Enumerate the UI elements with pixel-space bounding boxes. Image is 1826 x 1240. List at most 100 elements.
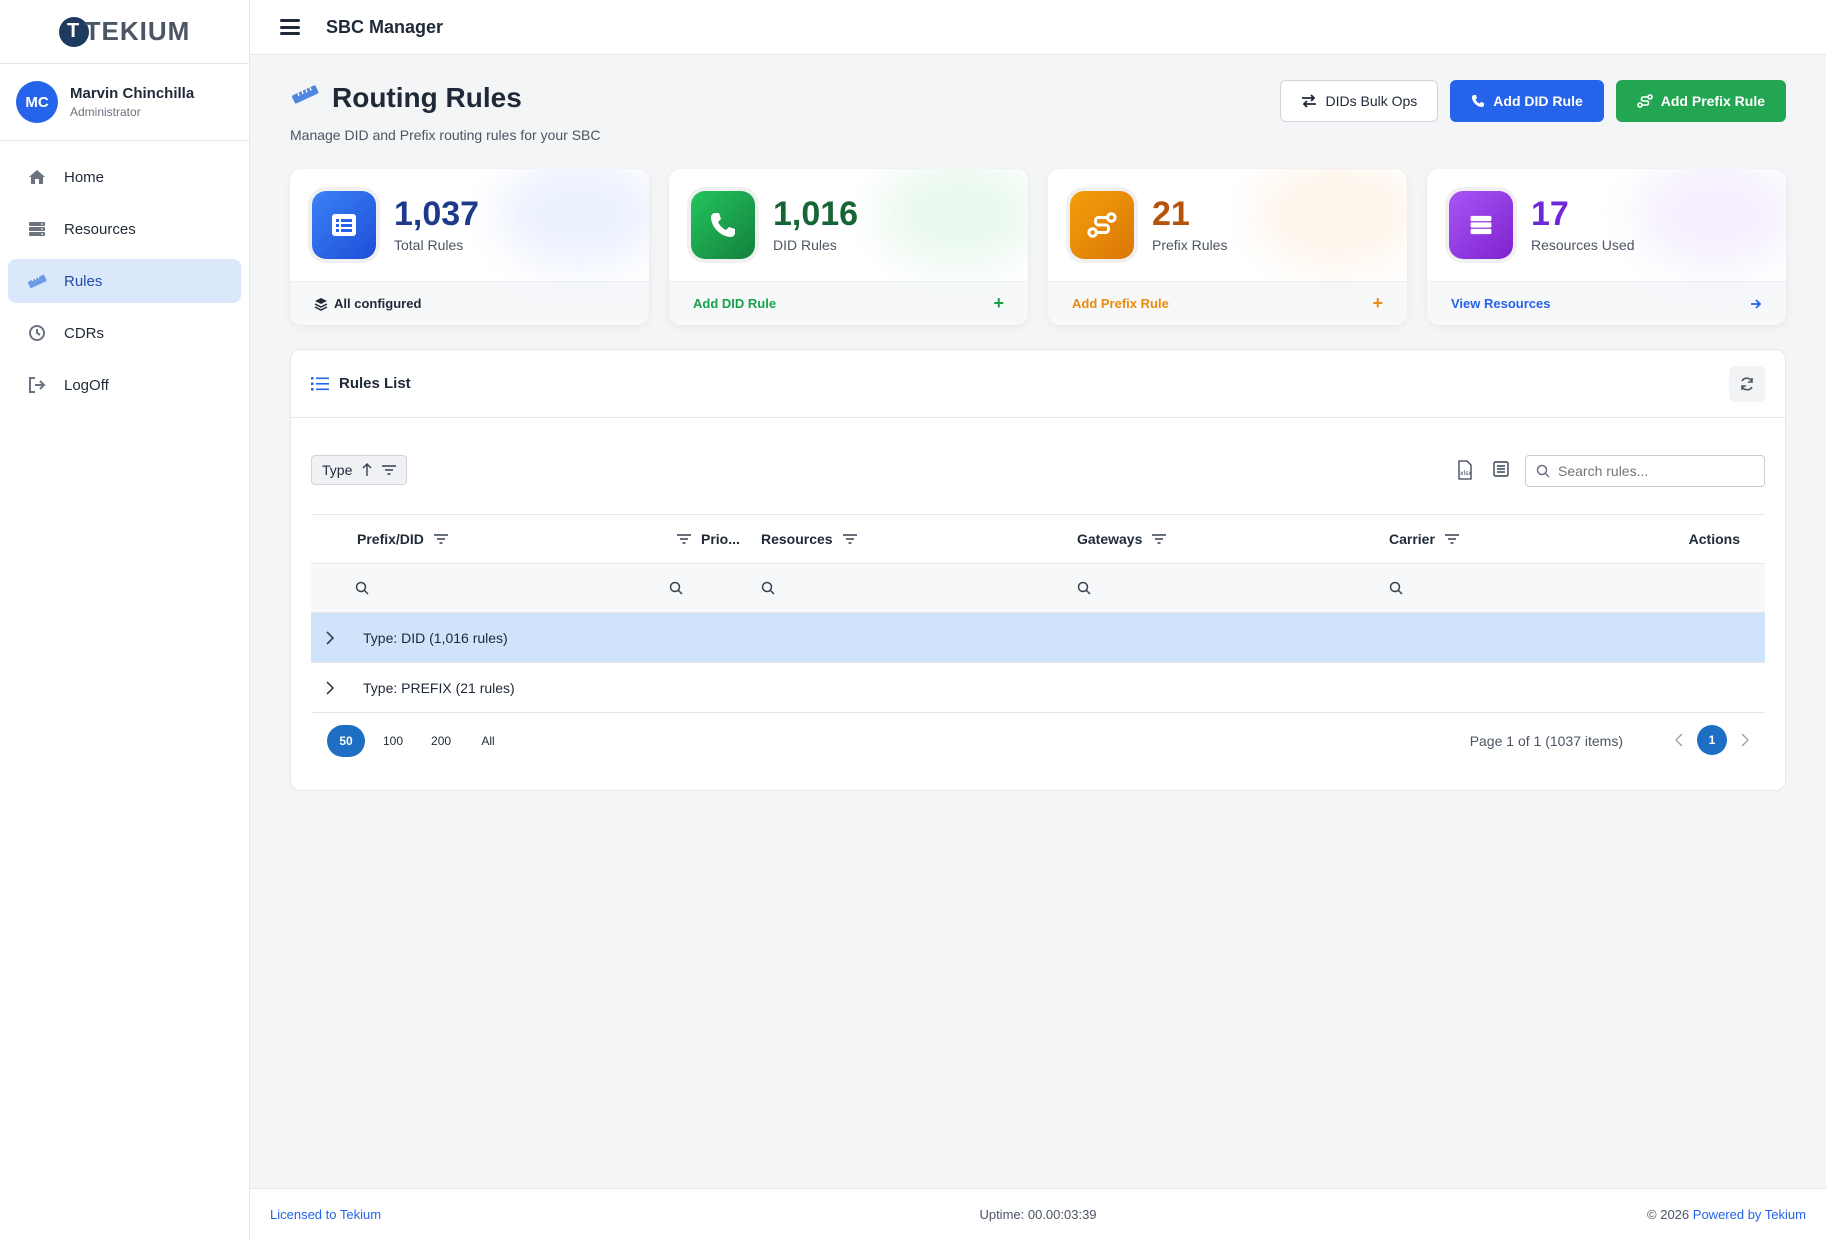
filter-icon[interactable] (382, 465, 397, 475)
stat-footer-label: All configured (334, 296, 422, 311)
stat-label: Prefix Rules (1152, 237, 1228, 253)
arrow-right-icon (1750, 298, 1762, 310)
menu-icon[interactable] (280, 19, 300, 35)
server-icon (26, 218, 48, 240)
prev-page-icon[interactable] (1675, 733, 1683, 747)
group-row-did[interactable]: Type: DID (1,016 rules) (311, 613, 1765, 663)
stat-label: Total Rules (394, 237, 464, 253)
sort-ascending-icon[interactable] (362, 463, 372, 477)
add-prefix-rule-label: Add Prefix Rule (1660, 93, 1765, 109)
add-did-rule-button[interactable]: Add DID Rule (1450, 80, 1604, 122)
column-header-label: Resources (761, 531, 833, 547)
pager: 50 100 200 All Page 1 of 1 (1037 items) … (327, 725, 1749, 757)
column-header-resources[interactable]: Resources (761, 515, 857, 563)
license-link[interactable]: Licensed to Tekium (270, 1207, 381, 1222)
server-icon (1449, 191, 1513, 259)
search-input[interactable] (1558, 463, 1748, 479)
sidebar-item-rules[interactable]: Rules (8, 259, 241, 303)
filter-icon[interactable] (677, 534, 691, 544)
sidebar-item-cdrs[interactable]: CDRs (8, 311, 241, 355)
page-size-50[interactable]: 50 (327, 725, 365, 757)
chevron-right-icon[interactable] (325, 630, 345, 645)
app-title: SBC Manager (326, 16, 444, 37)
dids-bulk-ops-label: DIDs Bulk Ops (1325, 93, 1418, 109)
stat-value: 1,037 (394, 195, 480, 233)
logo[interactable]: T TEKIUM (0, 0, 249, 64)
sidebar-item-resources[interactable]: Resources (8, 207, 241, 251)
stat-footer-label: Add DID Rule (693, 296, 777, 311)
page-info: Page 1 of 1 (1037 items) (1469, 733, 1623, 749)
filter-icon[interactable] (1444, 534, 1459, 544)
sidebar-item-logoff[interactable]: LogOff (8, 363, 241, 407)
refresh-button[interactable] (1729, 365, 1765, 402)
group-chip-label: Type (322, 462, 353, 478)
search-box[interactable] (1525, 455, 1765, 487)
filter-cell-gateways[interactable] (1077, 564, 1091, 612)
group-row-prefix[interactable]: Type: PREFIX (21 rules) (311, 663, 1765, 713)
copyright: © 2026 Powered by Tekium (1647, 1207, 1806, 1222)
column-header-label: Gateways (1077, 531, 1143, 547)
logo-text: TEKIUM (84, 16, 191, 46)
next-page-icon[interactable] (1741, 733, 1749, 747)
page-1-button[interactable]: 1 (1697, 725, 1727, 755)
add-did-rule-label: Add DID Rule (1493, 93, 1583, 109)
page-size-all[interactable]: All (469, 725, 507, 757)
filter-icon[interactable] (433, 534, 448, 544)
filter-cell-priority[interactable] (669, 564, 683, 612)
avatar: MC (16, 81, 58, 123)
add-prefix-rule-link[interactable]: Add Prefix Rule + (1048, 281, 1407, 325)
rules-grid: Prefix/DID Prio... Resources Gateways Ca… (311, 514, 1765, 713)
route-icon (1636, 94, 1653, 108)
svg-text:xlsx: xlsx (1460, 470, 1472, 477)
column-header-label: Carrier (1389, 531, 1435, 547)
phone-icon (1471, 94, 1485, 108)
view-resources-link[interactable]: View Resources (1427, 281, 1786, 325)
add-prefix-rule-button[interactable]: Add Prefix Rule (1615, 80, 1786, 122)
column-header-priority[interactable]: Prio... (677, 515, 740, 563)
column-header-label: Prefix/DID (357, 531, 424, 547)
ruler-icon (26, 270, 48, 292)
plus-icon: + (993, 293, 1004, 313)
stat-value: 17 (1531, 195, 1569, 233)
column-header-prefix-did[interactable]: Prefix/DID (357, 515, 448, 563)
filter-cell-carrier[interactable] (1389, 564, 1403, 612)
page-title: Routing Rules (290, 80, 600, 115)
filter-cell-prefix-did[interactable] (355, 564, 369, 612)
add-did-rule-link[interactable]: Add DID Rule + (669, 281, 1028, 325)
user-role: Administrator (70, 105, 141, 119)
column-header-label: Actions (1688, 531, 1740, 547)
page-size-200[interactable]: 200 (421, 725, 461, 757)
export-xlsx-icon[interactable]: xlsx (1456, 460, 1474, 480)
column-header-actions: Actions (1689, 515, 1740, 563)
filter-icon[interactable] (842, 534, 857, 544)
grid-header: Prefix/DID Prio... Resources Gateways Ca… (311, 514, 1765, 564)
uptime: Uptime: 00.00:03:39 (979, 1207, 1097, 1222)
plus-icon: + (1372, 293, 1383, 313)
search-icon (761, 581, 775, 595)
group-by-type-chip[interactable]: Type (311, 455, 408, 485)
sidebar-item-label: Resources (64, 220, 136, 238)
sidebar-item-label: Rules (64, 272, 103, 290)
refresh-icon (1739, 376, 1755, 392)
filter-icon[interactable] (1152, 534, 1167, 544)
stat-label: DID Rules (773, 237, 837, 253)
topbar: SBC Manager (250, 0, 1826, 55)
page-size-selector: 50 100 200 All (327, 725, 507, 757)
stat-label: Resources Used (1531, 237, 1635, 253)
filter-cell-resources[interactable] (761, 564, 775, 612)
panel-title-text: Rules List (339, 375, 411, 392)
dids-bulk-ops-button[interactable]: DIDs Bulk Ops (1280, 80, 1439, 122)
page-subtitle: Manage DID and Prefix routing rules for … (290, 127, 601, 143)
user-profile[interactable]: MC Marvin Chinchilla Administrator (0, 64, 249, 141)
search-icon (1389, 581, 1403, 595)
sidebar-item-home[interactable]: Home (8, 155, 241, 199)
column-header-gateways[interactable]: Gateways (1077, 515, 1167, 563)
column-header-label: Prio... (701, 531, 740, 547)
column-header-carrier[interactable]: Carrier (1389, 515, 1459, 563)
stat-footer-label: Add Prefix Rule (1072, 296, 1169, 311)
chevron-right-icon[interactable] (325, 680, 345, 695)
page-title-text: Routing Rules (332, 81, 522, 113)
page-size-100[interactable]: 100 (373, 725, 413, 757)
column-chooser-icon[interactable] (1492, 460, 1510, 480)
powered-by-link[interactable]: Powered by Tekium (1693, 1207, 1806, 1222)
